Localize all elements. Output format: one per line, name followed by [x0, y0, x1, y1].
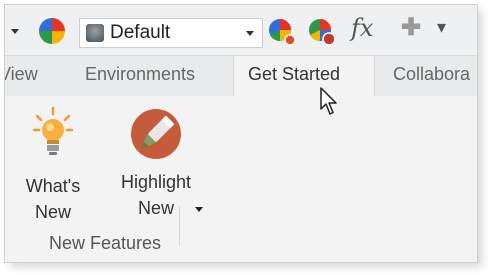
mouse-pointer-icon	[320, 87, 337, 115]
highlight-new-label-line1: Highlight	[120, 172, 192, 192]
color-wheel-icon[interactable]	[39, 18, 65, 44]
function-fx-icon[interactable]: fx	[351, 14, 373, 42]
appearance-swatch-icon	[86, 24, 104, 42]
appearance-palette-icon[interactable]	[307, 17, 337, 47]
appearance-selector[interactable]: Default	[79, 18, 263, 48]
ribbon-tab-bar: View Environments Get Started Collabora	[5, 56, 477, 96]
tab-get-started-label: Get Started	[248, 64, 341, 84]
appearance-manager-icon[interactable]	[267, 17, 297, 47]
add-plus-icon[interactable]: ✚	[401, 13, 421, 42]
group-separator	[179, 206, 180, 246]
whats-new-label-line2: New	[34, 202, 71, 222]
whats-new-button[interactable]: What's New	[15, 106, 91, 225]
tab-environments[interactable]: Environments	[85, 64, 195, 85]
whats-new-label-line1: What's	[25, 176, 81, 196]
ribbon-panel: What's New Highlight New New Features	[5, 96, 477, 262]
tab-collaborate[interactable]: Collabora	[393, 64, 470, 85]
group-label-new-features: New Features	[49, 233, 162, 253]
quick-access-toolbar: Default fx ✚ ▾	[5, 5, 477, 56]
tab-get-started[interactable]: Get Started	[233, 56, 375, 96]
application-window: Default fx ✚ ▾ View Environments Get Sta…	[4, 4, 478, 263]
customize-menu-icon[interactable]: ▾	[437, 17, 446, 38]
lightbulb-icon	[32, 106, 74, 155]
dropdown-arrow-icon[interactable]	[11, 29, 19, 34]
highlight-new-button[interactable]: Highlight New	[101, 106, 211, 221]
appearance-dropdown-icon[interactable]	[246, 31, 254, 36]
appearance-selector-value: Default	[110, 22, 171, 43]
tab-view[interactable]: View	[5, 64, 38, 85]
highlight-new-dropdown-icon[interactable]	[195, 207, 203, 212]
highlighter-pen-icon	[131, 109, 181, 159]
